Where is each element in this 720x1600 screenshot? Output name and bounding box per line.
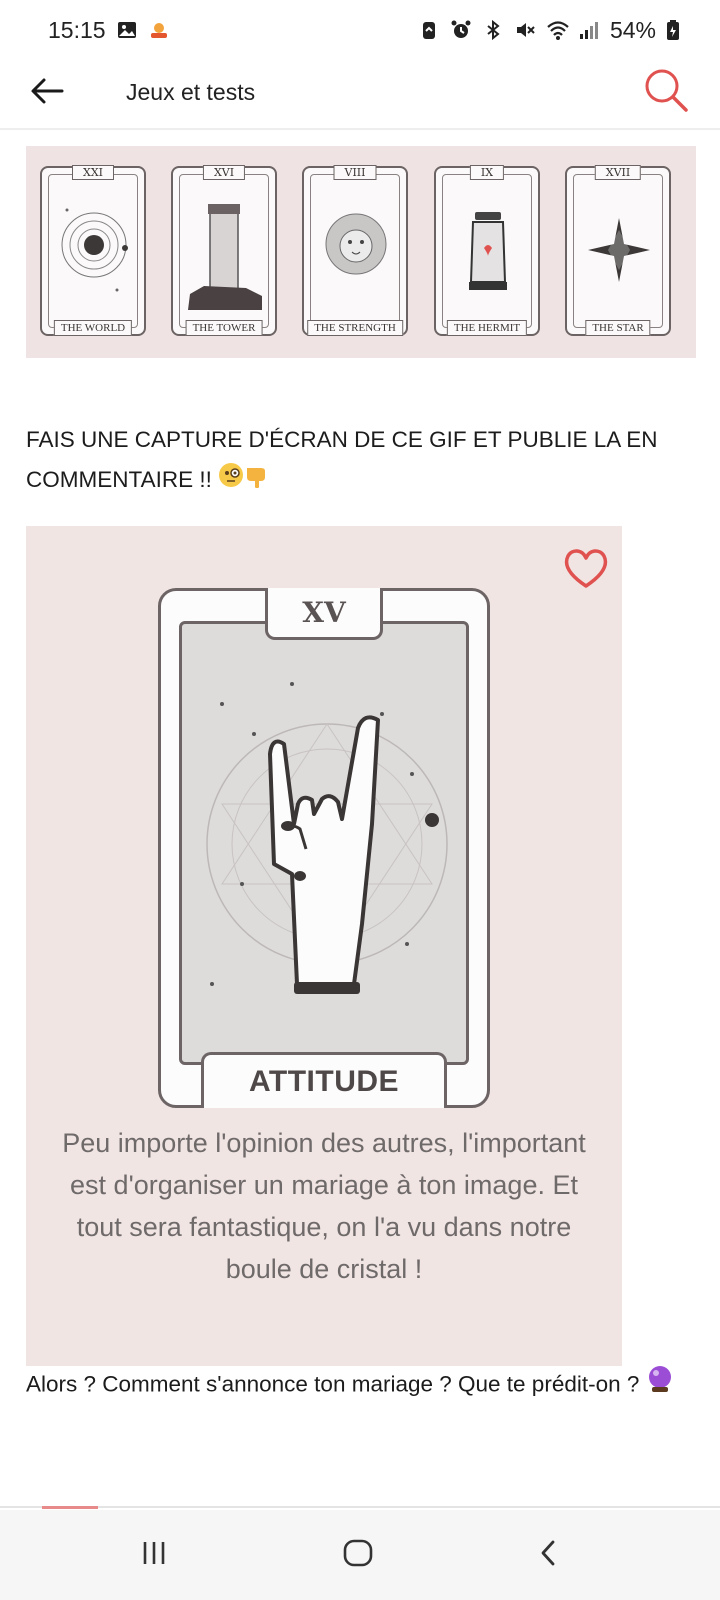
search-button[interactable] (638, 64, 694, 120)
battery-percent: 54% (609, 16, 656, 43)
status-right: 54% (418, 17, 680, 44)
card-numeral: IX (469, 165, 505, 180)
divider (0, 1506, 720, 1508)
crystal-ball-emoji (646, 1364, 674, 1407)
back-button[interactable] (22, 68, 72, 118)
battery-saver-icon (418, 19, 440, 41)
lantern-icon (469, 212, 507, 290)
tower-icon (188, 204, 262, 310)
card-numeral: VIII (333, 165, 377, 180)
tarot-card-strength: VIII THE STRENGTH (302, 165, 408, 336)
recent-apps-button[interactable] (124, 1530, 184, 1580)
system-nav-bar (0, 1510, 720, 1600)
card-numeral: XVII (594, 165, 642, 180)
caption-text: FAIS UNE CAPTURE D'ÉCRAN DE CE GIF ET PU… (26, 427, 658, 492)
post-caption: FAIS UNE CAPTURE D'ÉCRAN DE CE GIF ET PU… (26, 420, 706, 501)
nav-back-button[interactable] (518, 1530, 578, 1580)
card-name: THE STRENGTH (307, 320, 403, 336)
page-title: Jeux et tests (126, 79, 256, 105)
card-quote: Peu importe l'opinion des autres, l'impo… (62, 1128, 586, 1284)
status-bar: 15:15 54% (0, 0, 720, 60)
tarot-card-star: XVII THE STAR (565, 165, 671, 336)
card-name: THE STAR (585, 320, 651, 336)
notification-icon (148, 19, 170, 41)
tarot-card-hermit: IX THE HERMIT (434, 165, 540, 336)
question-text: Alors ? Comment s'annonce ton mariage ? … (26, 1371, 640, 1397)
card-name: THE WORLD (53, 320, 133, 336)
card-name: THE TOWER (185, 320, 263, 336)
card-numeral: XVI (202, 165, 246, 180)
card-name: THE HERMIT (446, 320, 528, 336)
recent-apps-icon (139, 1538, 169, 1573)
status-left: 15:15 (48, 17, 170, 44)
arrow-left-icon (30, 77, 64, 110)
lion-icon (325, 213, 387, 275)
app-bar: Jeux et tests (0, 60, 720, 130)
wifi-icon (546, 19, 569, 41)
back-icon (536, 1538, 560, 1573)
card-illustration (179, 621, 469, 1065)
tarot-card-image: XV ATTITUDE Peu importe l'opinion des au… (26, 526, 622, 1366)
card-numeral: XXI (71, 165, 115, 180)
planet-icon (61, 208, 128, 292)
tarot-card-world: XXI THE WORLD (40, 165, 146, 336)
bluetooth-icon (482, 19, 504, 41)
pointing-down-emoji (244, 461, 272, 501)
card-title: ATTITUDE (201, 1052, 447, 1108)
mute-icon (514, 19, 536, 41)
card-numeral: XV (265, 588, 383, 640)
tarot-card: XV ATTITUDE (158, 588, 490, 1108)
home-button[interactable] (328, 1530, 388, 1580)
status-time: 15:15 (48, 16, 106, 43)
rock-hand-icon (206, 682, 448, 994)
battery-icon (666, 19, 680, 41)
monocle-face-emoji (218, 461, 244, 501)
tarot-banner-image: XXI THE WORLD XVI THE TOWER VIII THE STR… (26, 146, 696, 358)
home-icon (342, 1537, 374, 1574)
search-icon (642, 66, 690, 119)
tab-indicator (42, 1506, 98, 1509)
star-icon (588, 218, 650, 282)
post-question: Alors ? Comment s'annonce ton mariage ? … (26, 1364, 706, 1407)
gallery-icon (116, 19, 138, 41)
heart-icon[interactable] (562, 546, 610, 592)
signal-icon (578, 19, 600, 41)
tarot-card-tower: XVI THE TOWER (171, 165, 277, 336)
alarm-icon (450, 19, 472, 41)
